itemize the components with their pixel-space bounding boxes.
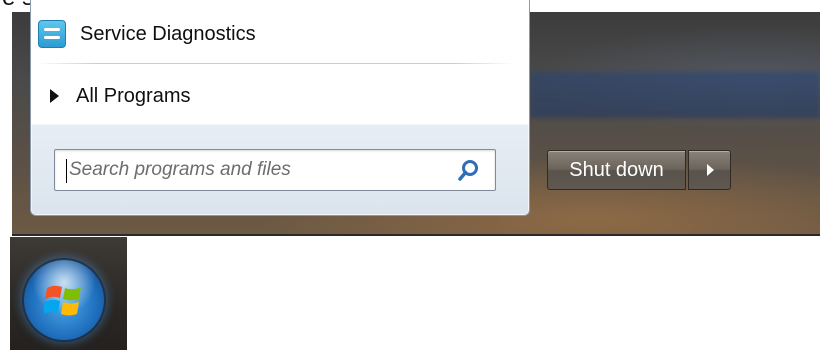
- menu-item-label: All Programs: [76, 84, 191, 107]
- service-diagnostics-icon: [38, 20, 66, 48]
- menu-item-all-programs[interactable]: All Programs: [36, 74, 522, 118]
- search-box[interactable]: [54, 149, 496, 191]
- menu-item-label: Service Diagnostics: [80, 22, 256, 45]
- text-caret: [66, 159, 67, 183]
- search-icon[interactable]: [457, 159, 479, 183]
- windows-orb-icon: [44, 285, 81, 316]
- start-button[interactable]: [24, 260, 104, 340]
- menu-separator: [36, 63, 514, 64]
- arrow-right-icon: [707, 164, 714, 176]
- shut-down-options-button[interactable]: [688, 150, 731, 190]
- blurred-window-band: [530, 72, 820, 118]
- screenshot-stage: e start menu Service Diagnostics All Pro…: [0, 0, 820, 350]
- triangle-right-icon: [50, 89, 59, 103]
- shut-down-button[interactable]: Shut down: [547, 150, 686, 190]
- search-input[interactable]: [69, 155, 449, 185]
- menu-item-service-diagnostics[interactable]: Service Diagnostics: [36, 12, 522, 56]
